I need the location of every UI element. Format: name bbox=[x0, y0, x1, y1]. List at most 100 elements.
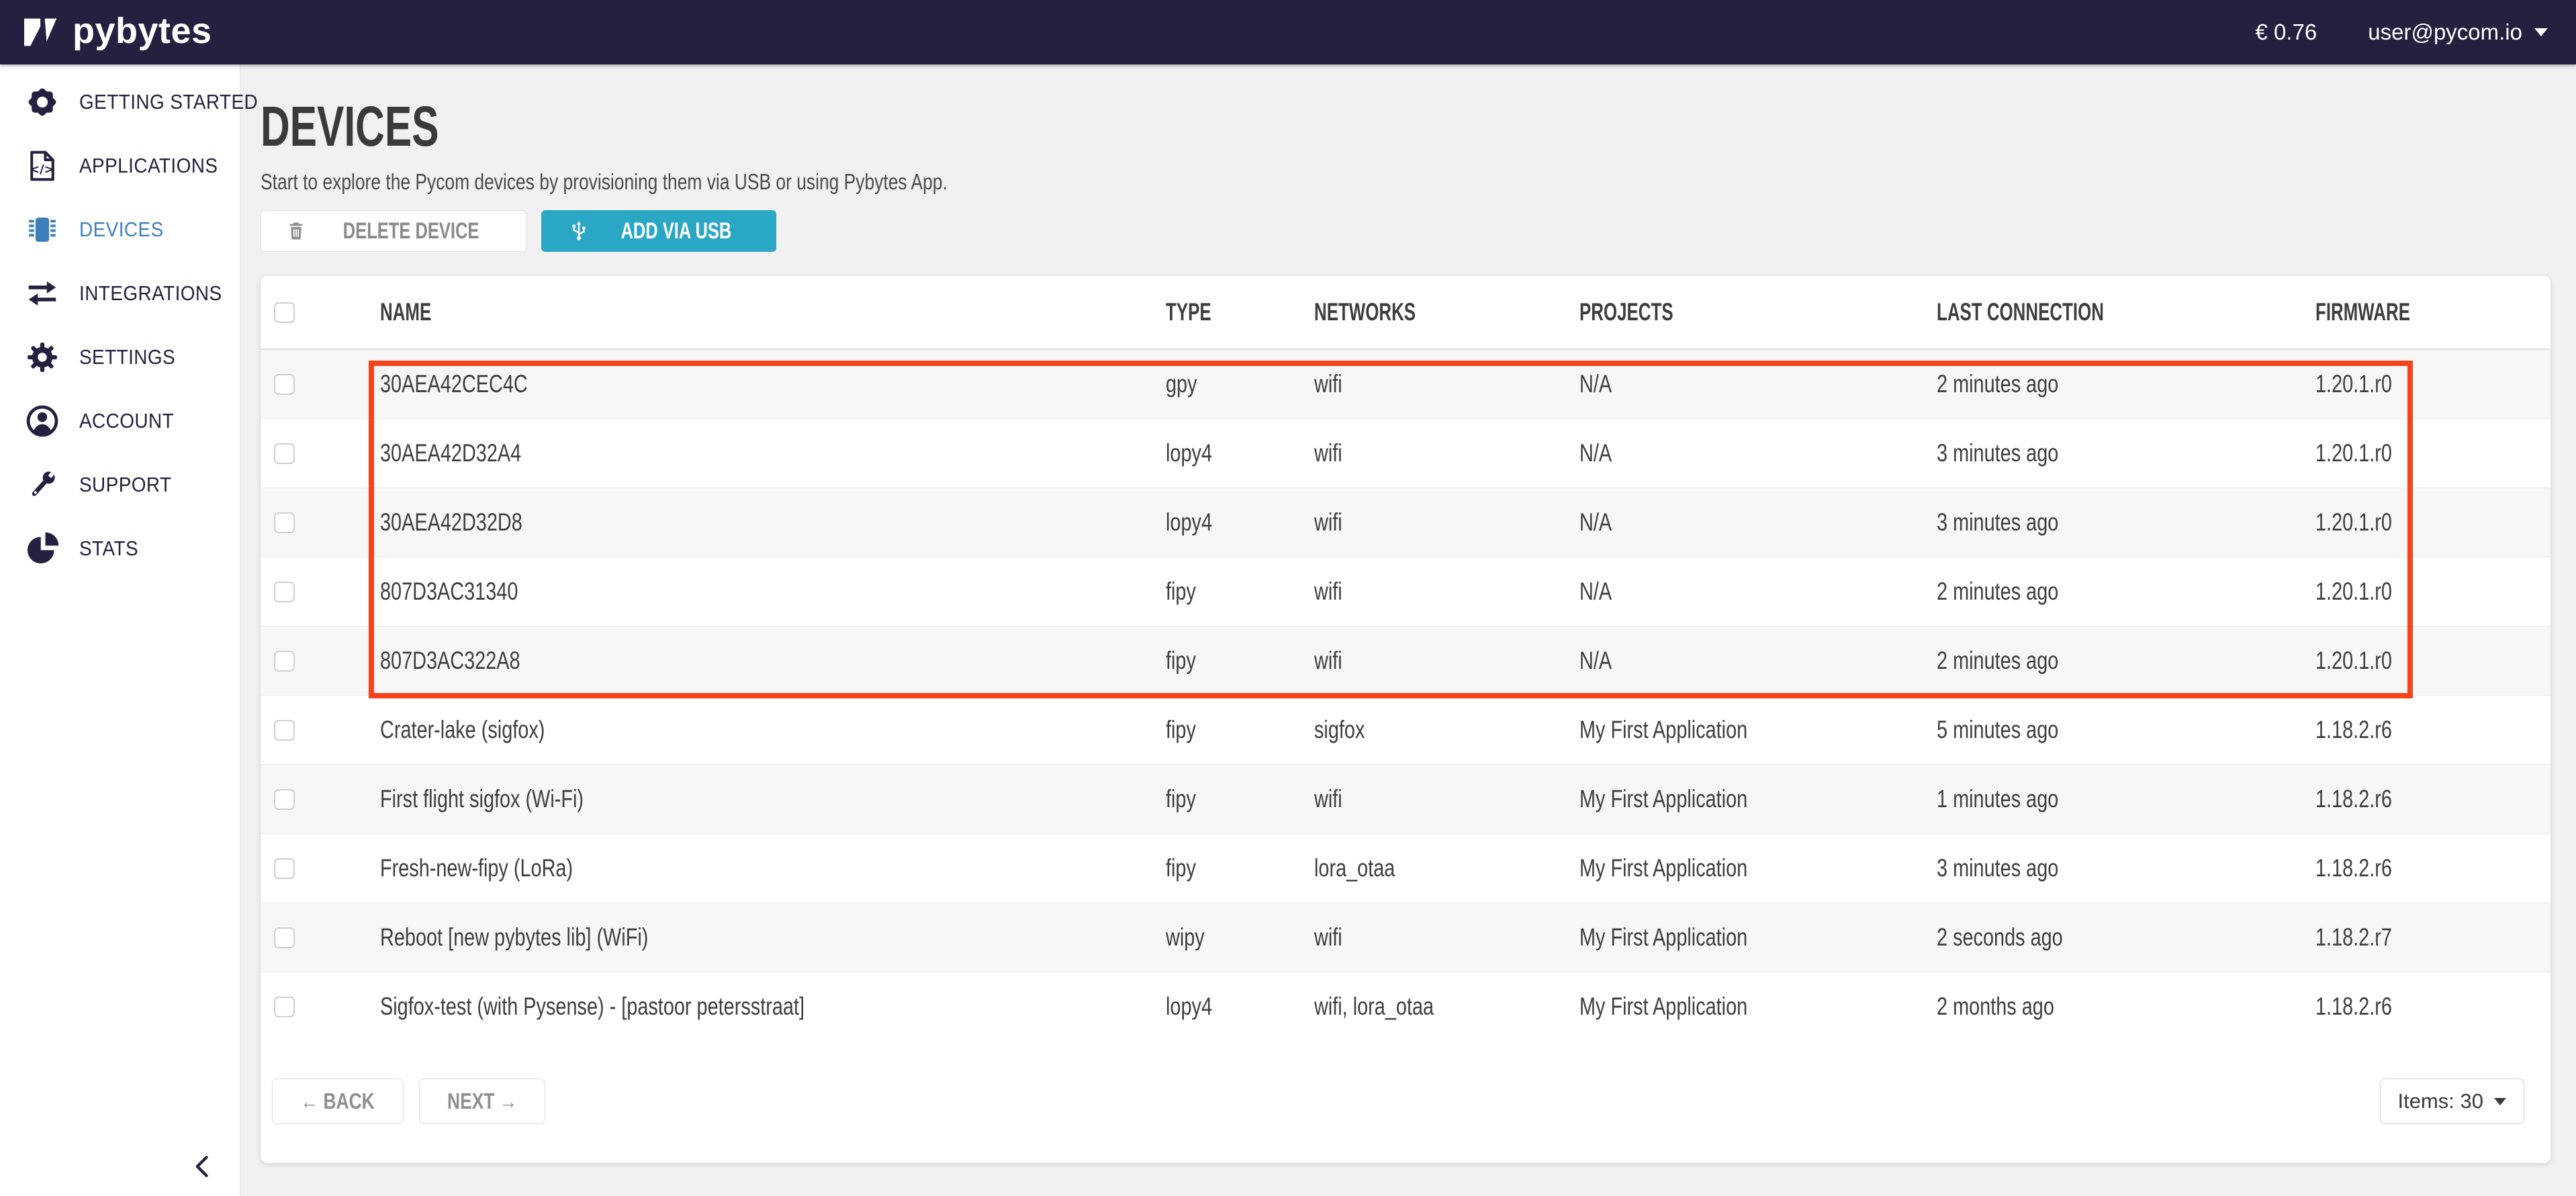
header-checkbox-cell bbox=[261, 302, 380, 323]
account-balance: € 0.76 bbox=[2256, 19, 2317, 45]
user-menu[interactable]: user@pycom.io bbox=[2368, 19, 2548, 45]
brand-name: pybytes bbox=[73, 13, 212, 52]
cell-projects: N/A bbox=[1579, 647, 1937, 675]
next-button[interactable]: NEXT → bbox=[419, 1078, 545, 1124]
collapse-sidebar-button[interactable] bbox=[189, 1152, 218, 1181]
table-row[interactable]: 30AEA42D32D8lopy4wifiN/A3 minutes ago1.2… bbox=[261, 488, 2550, 557]
cell-name: First flight sigfox (Wi-Fi) bbox=[380, 785, 1166, 813]
cell-last-connection: 3 minutes ago bbox=[1937, 439, 2315, 467]
table-row[interactable]: Fresh-new-fipy (LoRa)fipylora_otaaMy Fir… bbox=[261, 833, 2550, 903]
cell-type: fipy bbox=[1166, 716, 1314, 744]
sidebar-item-label: SETTINGS bbox=[79, 345, 175, 369]
cell-projects: My First Application bbox=[1579, 716, 1937, 744]
cell-projects: My First Application bbox=[1579, 923, 1937, 952]
row-checkbox-cell bbox=[261, 789, 380, 810]
cell-networks: lora_otaa bbox=[1314, 854, 1579, 882]
topbar: pybytes € 0.76 user@pycom.io bbox=[0, 0, 2576, 64]
table-row[interactable]: Reboot [new pybytes lib] (WiFi)wipywifiM… bbox=[261, 903, 2550, 972]
cell-name: Fresh-new-fipy (LoRa) bbox=[380, 854, 1166, 882]
caret-down-icon bbox=[2494, 1098, 2506, 1105]
sidebar-item-stats[interactable]: STATS bbox=[0, 516, 240, 580]
cell-firmware: 1.18.2.r6 bbox=[2315, 716, 2550, 744]
items-per-page-button[interactable]: Items: 30 bbox=[2380, 1078, 2525, 1124]
row-checkbox[interactable] bbox=[274, 374, 295, 395]
row-checkbox-cell bbox=[261, 858, 380, 879]
sidebar-item-label: STATS bbox=[79, 537, 138, 561]
user-icon bbox=[24, 403, 60, 439]
row-checkbox-cell bbox=[261, 582, 380, 602]
row-checkbox[interactable] bbox=[274, 927, 295, 948]
cell-name: 30AEA42D32A4 bbox=[380, 439, 1166, 467]
row-checkbox-cell bbox=[261, 927, 380, 948]
row-checkbox-cell bbox=[261, 651, 380, 672]
cell-firmware: 1.18.2.r6 bbox=[2315, 993, 2550, 1021]
table-row[interactable]: 30AEA42CEC4CgpywifiN/A2 minutes ago1.20.… bbox=[261, 350, 2550, 418]
table-row[interactable]: 30AEA42D32A4lopy4wifiN/A3 minutes ago1.2… bbox=[261, 418, 2550, 488]
sidebar-item-getting-started[interactable]: GETTING STARTED bbox=[0, 70, 240, 134]
sidebar-item-integrations[interactable]: INTEGRATIONS bbox=[0, 261, 240, 325]
row-checkbox[interactable] bbox=[274, 858, 295, 879]
cell-networks: wifi bbox=[1314, 578, 1579, 606]
table-row[interactable]: 807D3AC31340fipywifiN/A2 minutes ago1.20… bbox=[261, 557, 2550, 626]
page-title: DEVICES bbox=[261, 98, 2550, 154]
table-row[interactable]: Crater-lake (sigfox)fipysigfoxMy First A… bbox=[261, 695, 2550, 764]
cell-type: wipy bbox=[1166, 923, 1314, 952]
usb-icon bbox=[567, 216, 590, 246]
back-button[interactable]: ← BACK bbox=[272, 1078, 404, 1124]
main-content: DEVICES Start to explore the Pycom devic… bbox=[240, 64, 2576, 1196]
column-header-projects: PROJECTS bbox=[1579, 298, 1937, 326]
cell-firmware: 1.20.1.r0 bbox=[2315, 578, 2550, 606]
row-checkbox[interactable] bbox=[274, 582, 295, 602]
sidebar-item-applications[interactable]: </>APPLICATIONS bbox=[0, 134, 240, 197]
cell-projects: My First Application bbox=[1579, 993, 1937, 1021]
cell-name: 30AEA42CEC4C bbox=[380, 370, 1166, 398]
page-description: Start to explore the Pycom devices by pr… bbox=[261, 171, 2550, 193]
cell-last-connection: 2 minutes ago bbox=[1937, 578, 2315, 606]
row-checkbox[interactable] bbox=[274, 720, 295, 741]
cell-last-connection: 5 minutes ago bbox=[1937, 716, 2315, 744]
cell-networks: sigfox bbox=[1314, 716, 1579, 744]
sun-icon bbox=[24, 84, 60, 120]
cell-type: lopy4 bbox=[1166, 508, 1314, 537]
add-via-usb-button[interactable]: ADD VIA USB bbox=[541, 210, 776, 252]
svg-text:</>: </> bbox=[30, 162, 54, 176]
cell-type: gpy bbox=[1166, 370, 1314, 398]
cell-projects: N/A bbox=[1579, 578, 1937, 606]
cell-last-connection: 3 minutes ago bbox=[1937, 508, 2315, 537]
column-header-type: TYPE bbox=[1166, 298, 1314, 326]
cell-firmware: 1.18.2.r6 bbox=[2315, 785, 2550, 813]
cell-last-connection: 3 minutes ago bbox=[1937, 854, 2315, 882]
brand: pybytes bbox=[24, 13, 212, 52]
table-row[interactable]: 807D3AC322A8fipywifiN/A2 minutes ago1.20… bbox=[261, 626, 2550, 695]
table-body: 30AEA42CEC4CgpywifiN/A2 minutes ago1.20.… bbox=[261, 350, 2550, 1041]
sidebar-item-account[interactable]: ACCOUNT bbox=[0, 389, 240, 453]
cell-last-connection: 2 minutes ago bbox=[1937, 370, 2315, 398]
row-checkbox[interactable] bbox=[274, 443, 295, 464]
cell-last-connection: 2 months ago bbox=[1937, 993, 2315, 1021]
cell-name: 807D3AC322A8 bbox=[380, 647, 1166, 675]
table-footer: ← BACK NEXT → Items: 30 bbox=[261, 1041, 2550, 1163]
select-all-checkbox[interactable] bbox=[274, 302, 295, 323]
user-email: user@pycom.io bbox=[2368, 19, 2522, 45]
row-checkbox[interactable] bbox=[274, 789, 295, 810]
row-checkbox-cell bbox=[261, 443, 380, 464]
sidebar-item-settings[interactable]: SETTINGS bbox=[0, 325, 240, 389]
row-checkbox[interactable] bbox=[274, 512, 295, 533]
cell-firmware: 1.20.1.r0 bbox=[2315, 370, 2550, 398]
sidebar-item-label: GETTING STARTED bbox=[79, 90, 258, 114]
cell-projects: N/A bbox=[1579, 508, 1937, 537]
cell-type: fipy bbox=[1166, 578, 1314, 606]
sidebar-item-label: SUPPORT bbox=[79, 473, 172, 497]
sidebar-item-devices[interactable]: DEVICES bbox=[0, 197, 240, 261]
cell-networks: wifi bbox=[1314, 439, 1579, 467]
table-row[interactable]: Sigfox-test (with Pysense) - [pastoor pe… bbox=[261, 972, 2550, 1041]
sidebar-item-support[interactable]: SUPPORT bbox=[0, 453, 240, 516]
sidebar-item-label: ACCOUNT bbox=[79, 409, 174, 433]
row-checkbox[interactable] bbox=[274, 997, 295, 1017]
cell-last-connection: 2 minutes ago bbox=[1937, 647, 2315, 675]
caret-down-icon bbox=[2534, 28, 2548, 36]
delete-device-button[interactable]: DELETE DEVICE bbox=[261, 210, 526, 252]
row-checkbox[interactable] bbox=[274, 651, 295, 672]
chip-icon bbox=[24, 212, 60, 248]
table-row[interactable]: First flight sigfox (Wi-Fi)fipywifiMy Fi… bbox=[261, 764, 2550, 833]
